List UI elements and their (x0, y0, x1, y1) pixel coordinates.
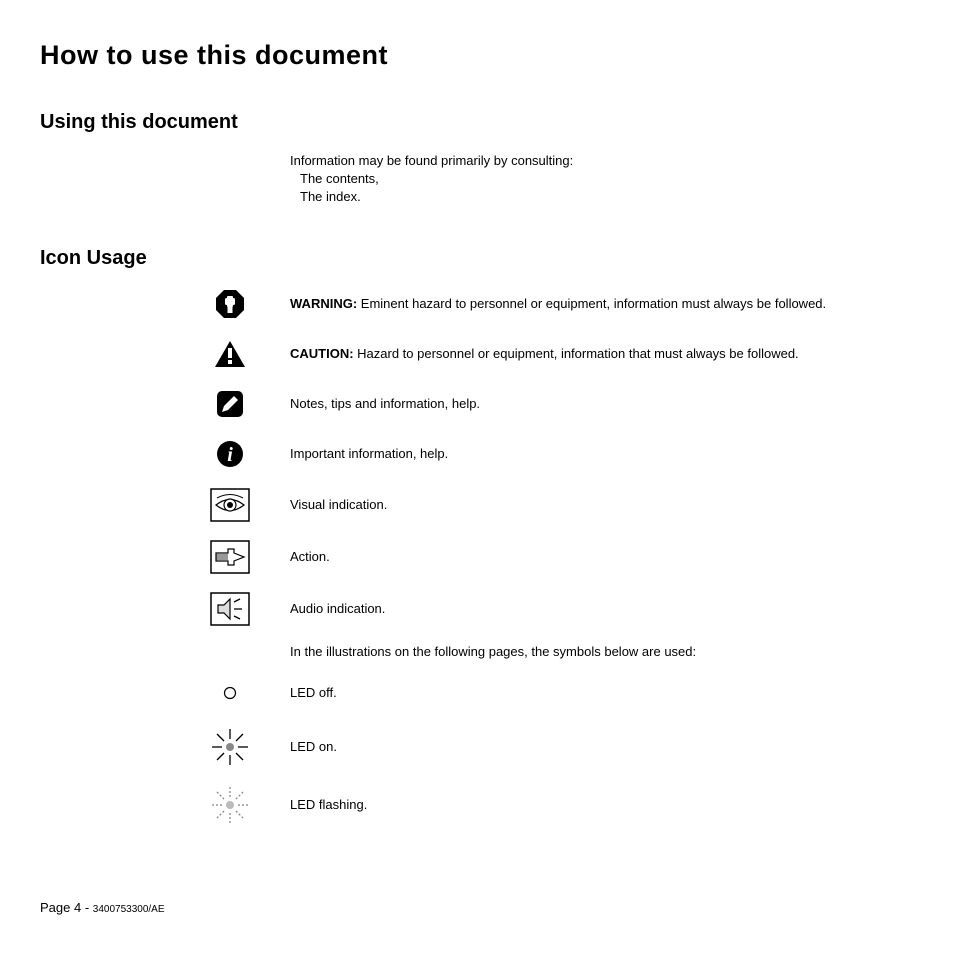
notes-desc: Notes, tips and information, help. (290, 396, 480, 411)
visual-desc: Visual indication. (290, 497, 387, 512)
audio-desc: Audio indication. (290, 601, 385, 616)
pencil-icon (170, 390, 290, 418)
info-icon: i (170, 440, 290, 468)
row-notes: Notes, tips and information, help. (170, 388, 914, 420)
page-title: How to use this document (40, 40, 914, 71)
intro-item-1: The contents, (300, 170, 914, 188)
row-warning: WARNING: Eminent hazard to personnel or … (170, 288, 914, 320)
led-off-desc: LED off. (290, 685, 337, 700)
led-off-icon (170, 686, 290, 700)
section-icon-heading: Icon Usage (40, 247, 914, 270)
action-desc: Action. (290, 549, 330, 564)
icon-table: WARNING: Eminent hazard to personnel or … (170, 288, 914, 825)
led-on-desc: LED on. (290, 739, 337, 754)
caution-icon (170, 340, 290, 368)
intro-item-2: The index. (300, 188, 914, 206)
warning-desc: WARNING: Eminent hazard to personnel or … (290, 296, 826, 311)
warning-icon (170, 289, 290, 319)
eye-icon (170, 488, 290, 522)
row-led-off: LED off. (170, 677, 914, 709)
section-using-heading: Using this document (40, 111, 914, 134)
row-visual: Visual indication. (170, 488, 914, 522)
intro-text: Information may be found primarily by co… (290, 152, 914, 170)
hand-icon (170, 540, 290, 574)
led-flashing-icon (170, 785, 290, 825)
led-on-icon (170, 727, 290, 767)
speaker-icon (170, 592, 290, 626)
row-caution: CAUTION: Hazard to personnel or equipmen… (170, 338, 914, 370)
row-audio: Audio indication. (170, 592, 914, 626)
row-led-flashing: LED flashing. (170, 785, 914, 825)
led-flashing-desc: LED flashing. (290, 797, 367, 812)
symbols-note: In the illustrations on the following pa… (290, 644, 914, 659)
intro-block: Information may be found primarily by co… (290, 152, 914, 207)
caution-desc: CAUTION: Hazard to personnel or equipmen… (290, 346, 799, 361)
row-info: i Important information, help. (170, 438, 914, 470)
row-led-on: LED on. (170, 727, 914, 767)
row-action: Action. (170, 540, 914, 574)
info-desc: Important information, help. (290, 446, 448, 461)
page-footer: Page 4 - 3400753300/AE (40, 900, 165, 915)
svg-text:i: i (227, 444, 233, 466)
